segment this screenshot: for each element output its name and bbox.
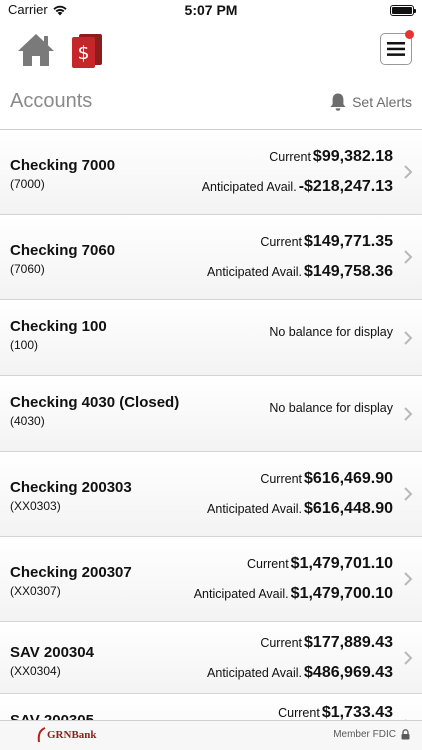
hamburger-icon [387,42,405,56]
available-balance-line: Anticipated Avail. $149,758.36 [207,263,393,281]
chevron-right-icon [404,572,413,586]
home-icon [18,34,54,66]
bank-name: GRNBank [47,729,97,741]
page-title: Accounts [10,90,93,112]
menu-button[interactable] [380,30,414,65]
current-balance: $177,889.43 [304,634,393,651]
current-balance-line: Current $616,469.90 [260,470,393,488]
account-name: Checking 200303 [10,479,132,496]
account-name: SAV 200305 [10,712,94,720]
current-balance: $1,479,701.10 [290,555,393,572]
account-name: Checking 100 [10,318,107,335]
bank-logo: GRNBank [36,727,97,743]
available-label: Anticipated Avail. [201,180,297,194]
home-button[interactable] [16,32,56,68]
svg-text:$: $ [77,42,89,64]
account-row[interactable]: Checking 4030 (Closed) (4030) No balance… [0,376,422,452]
chevron-right-icon [404,165,413,179]
transfer-money-button[interactable]: $ [70,31,104,69]
chevron-right-icon [404,250,413,264]
no-balance-message: No balance for display [269,401,393,415]
account-name: SAV 200304 [10,644,94,661]
current-balance-line: Current $177,889.43 [260,634,393,652]
accounts-header: Accounts Set Alerts [0,80,422,130]
available-balance: $486,969.43 [304,664,393,681]
account-number: (4030) [10,414,45,428]
account-name: Checking 7060 [10,242,116,259]
top-bar: $ [0,22,422,80]
money-card-icon: $ [72,34,102,68]
fdic-notice: Member FDIC [333,729,410,740]
account-number: (7000) [10,177,45,191]
chevron-right-icon [404,651,413,665]
current-label: Current [269,150,311,164]
account-row[interactable]: Checking 7060 (7060) Current $149,771.35… [0,215,422,300]
available-balance: -$218,247.13 [298,178,393,195]
current-balance: $99,382.18 [312,148,393,165]
current-label: Current [260,636,303,650]
battery-icon [390,5,416,16]
account-name: Checking 200307 [10,564,132,581]
chevron-right-icon [404,487,413,501]
current-label: Current [278,706,320,720]
available-balance: $149,758.36 [304,263,393,280]
account-row[interactable]: Checking 200303 (XX0303) Current $616,46… [0,452,422,537]
account-name: Checking 7000 [10,157,116,174]
account-number: (7060) [10,262,45,276]
bank-logo-swoosh-icon [37,727,46,743]
available-label: Anticipated Avail. [207,265,303,279]
available-balance: $616,448.90 [304,500,393,517]
clock: 5:07 PM [184,2,238,18]
chevron-right-icon [404,407,413,421]
account-number: (XX0304) [10,664,61,678]
status-bar: Carrier 5:07 PM [0,0,422,22]
current-balance-line: Current $1,479,701.10 [247,555,393,573]
account-number: (XX0307) [10,584,61,598]
accounts-list: Checking 7000 (7000) Current $99,382.18 … [0,130,422,720]
account-row[interactable]: SAV 200305 Current $1,733.43 [0,694,422,720]
notification-dot [405,30,414,39]
account-row[interactable]: Checking 200307 (XX0307) Current $1,479,… [0,537,422,622]
chevron-right-icon [404,331,413,345]
account-row[interactable]: Checking 100 (100) No balance for displa… [0,300,422,376]
account-row[interactable]: SAV 200304 (XX0304) Current $177,889.43 … [0,622,422,694]
available-balance: $1,479,700.10 [290,585,393,602]
account-name: Checking 4030 (Closed) [10,394,180,411]
available-balance-line: Anticipated Avail. $486,969.43 [207,664,393,682]
current-label: Current [260,235,303,249]
set-alerts-button[interactable]: Set Alerts [329,92,412,112]
bell-icon [330,93,346,111]
available-label: Anticipated Avail. [193,587,289,601]
account-row[interactable]: Checking 7000 (7000) Current $99,382.18 … [0,130,422,215]
current-label: Current [260,472,303,486]
account-number: (XX0303) [10,499,61,513]
current-balance-line: Current $1,733.43 [278,704,393,720]
available-label: Anticipated Avail. [207,502,303,516]
set-alerts-label: Set Alerts [352,94,412,110]
footer: GRNBank Member FDIC [0,720,422,750]
member-fdic-label: Member FDIC [333,729,396,740]
current-balance: $1,733.43 [321,704,393,720]
current-balance-line: Current $149,771.35 [260,233,393,251]
available-balance-line: Anticipated Avail. $1,479,700.10 [194,585,393,603]
current-label: Current [246,557,289,571]
available-balance-line: Anticipated Avail. $616,448.90 [207,500,393,518]
available-label: Anticipated Avail. [207,666,303,680]
account-number: (100) [10,338,39,352]
current-balance: $616,469.90 [304,470,393,487]
current-balance: $149,771.35 [304,233,393,250]
no-balance-message: No balance for display [269,325,393,339]
available-balance-line: Anticipated Avail. -$218,247.13 [202,178,393,196]
current-balance-line: Current $99,382.18 [269,148,393,166]
lock-icon [401,729,410,740]
